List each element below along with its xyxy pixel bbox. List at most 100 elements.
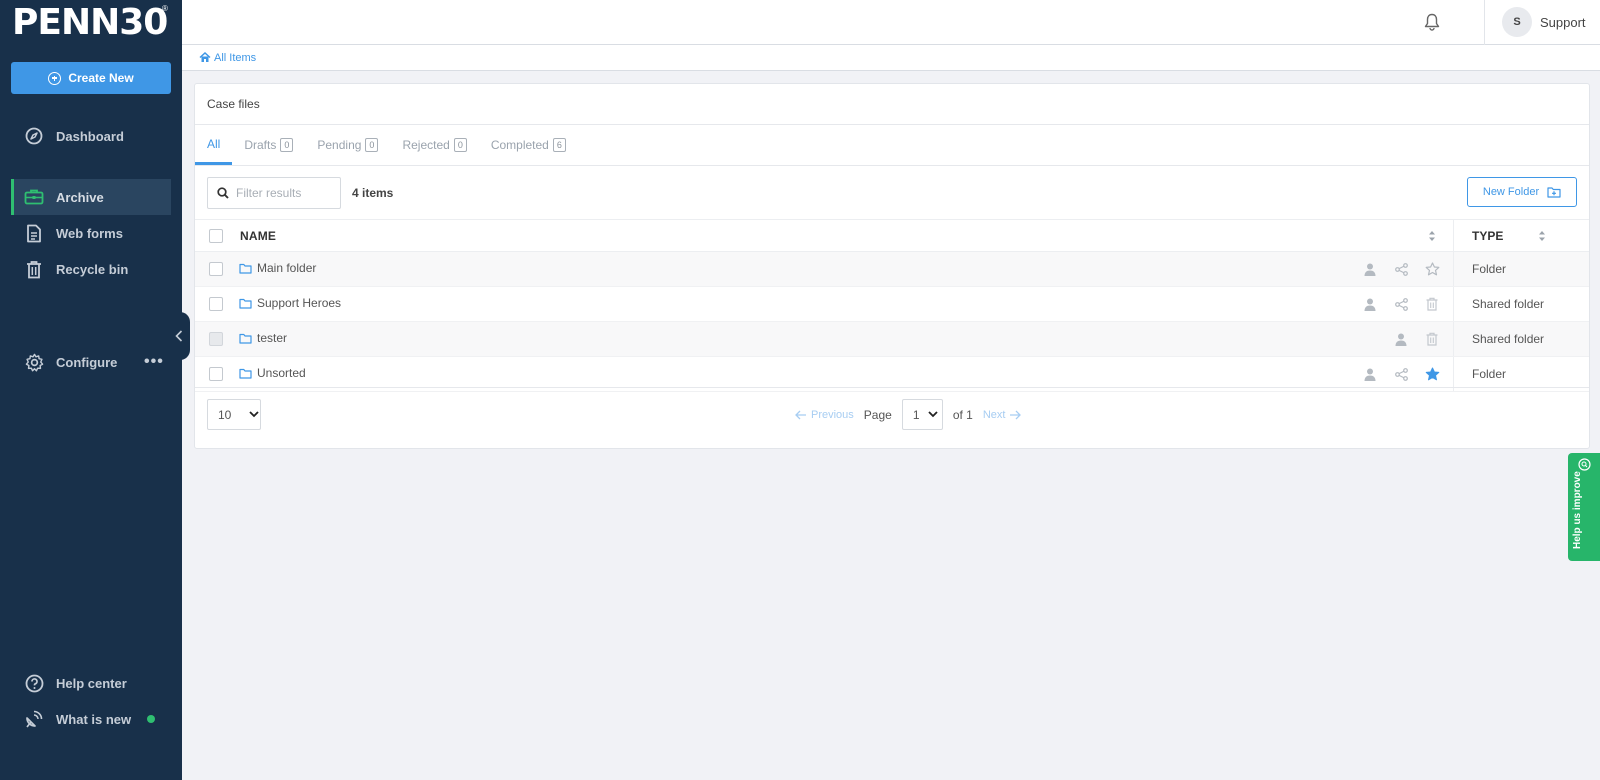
tab-count-badge: 6 bbox=[552, 138, 566, 152]
row-checkbox[interactable] bbox=[209, 297, 223, 311]
topbar-divider bbox=[1484, 0, 1485, 45]
person-icon[interactable] bbox=[1362, 296, 1378, 312]
divider bbox=[195, 387, 1589, 388]
breadcrumb[interactable]: All Items bbox=[199, 52, 256, 64]
folder-icon bbox=[239, 333, 252, 344]
sort-icon[interactable] bbox=[1538, 230, 1546, 242]
folder-icon bbox=[239, 368, 252, 379]
column-divider bbox=[1453, 220, 1454, 251]
row-checkbox-disabled bbox=[209, 332, 223, 346]
sidebar-item-recycle-bin[interactable]: Recycle bin bbox=[11, 251, 171, 287]
sidebar-item-label: Help center bbox=[56, 675, 127, 691]
column-divider bbox=[1453, 322, 1454, 356]
row-checkbox[interactable] bbox=[209, 262, 223, 276]
table-row[interactable]: tester Shared folder bbox=[195, 322, 1589, 357]
column-divider bbox=[1453, 252, 1454, 286]
logo-text: PENN30 bbox=[12, 2, 168, 43]
next-page-button[interactable]: Next bbox=[983, 409, 1022, 421]
sidebar-item-dashboard[interactable]: Dashboard bbox=[11, 118, 171, 154]
folder-type: Folder bbox=[1472, 262, 1507, 276]
sidebar-item-help-center[interactable]: Help center bbox=[11, 665, 171, 701]
new-folder-label: New Folder bbox=[1482, 186, 1540, 198]
previous-page-button[interactable]: Previous bbox=[795, 409, 854, 421]
question-icon bbox=[24, 673, 44, 693]
page-select[interactable]: 1 bbox=[901, 399, 943, 430]
user-menu[interactable]: S Support bbox=[1502, 7, 1586, 37]
card-title: Case files bbox=[207, 97, 260, 111]
document-icon bbox=[24, 223, 44, 243]
person-icon[interactable] bbox=[1362, 366, 1378, 382]
chevron-left-icon bbox=[175, 330, 183, 342]
registered-mark: ® bbox=[162, 4, 168, 13]
star-outline-icon[interactable] bbox=[1424, 261, 1440, 277]
tab-rejected[interactable]: Rejected 0 bbox=[390, 125, 478, 165]
arrow-left-icon bbox=[795, 410, 806, 419]
sidebar-item-web-forms[interactable]: Web forms bbox=[11, 215, 171, 251]
folder-icon bbox=[239, 263, 252, 274]
topbar: S Support bbox=[182, 0, 1600, 45]
plus-circle-icon bbox=[48, 71, 62, 85]
column-divider bbox=[1453, 287, 1454, 321]
tab-label: Completed bbox=[490, 138, 549, 152]
satellite-icon bbox=[24, 709, 44, 729]
sort-icon[interactable] bbox=[1428, 230, 1436, 242]
chevron-down-icon bbox=[927, 411, 938, 418]
folder-icon bbox=[239, 298, 252, 309]
page-total: of 1 bbox=[952, 407, 973, 422]
share-icon[interactable] bbox=[1393, 261, 1409, 277]
table-row[interactable]: Support Heroes Shared folder bbox=[195, 287, 1589, 322]
table-row[interactable]: Main folder Folder bbox=[195, 252, 1589, 287]
new-indicator-dot bbox=[147, 715, 156, 723]
tab-completed[interactable]: Completed 6 bbox=[479, 125, 578, 165]
bell-icon[interactable] bbox=[1424, 13, 1440, 34]
folder-name-link[interactable]: Main folder bbox=[239, 261, 316, 275]
tab-drafts[interactable]: Drafts 0 bbox=[232, 125, 305, 165]
folder-name: Unsorted bbox=[257, 366, 306, 380]
column-header-type[interactable]: TYPE bbox=[1472, 229, 1503, 243]
tab-all[interactable]: All bbox=[195, 125, 233, 165]
folder-name: Main folder bbox=[257, 261, 317, 275]
user-name: Support bbox=[1540, 14, 1586, 30]
sidebar-item-archive[interactable]: Archive bbox=[11, 179, 171, 215]
create-new-button[interactable]: Create New bbox=[11, 62, 171, 94]
folder-type: Shared folder bbox=[1472, 297, 1545, 311]
avatar: S bbox=[1502, 7, 1532, 37]
sidebar-item-what-is-new[interactable]: What is new bbox=[11, 701, 171, 737]
folder-name-link[interactable]: Unsorted bbox=[239, 366, 306, 380]
feedback-tab[interactable]: Help us improve bbox=[1568, 453, 1600, 561]
folder-name-link[interactable]: tester bbox=[239, 331, 287, 345]
person-icon[interactable] bbox=[1362, 261, 1378, 277]
per-page-select[interactable]: 10 bbox=[207, 399, 261, 430]
trash-icon bbox=[24, 259, 44, 279]
sidebar-item-label: Recycle bin bbox=[56, 261, 129, 277]
folder-plus-icon bbox=[1547, 187, 1561, 198]
column-divider bbox=[1453, 357, 1454, 391]
chevron-down-icon bbox=[249, 411, 259, 418]
next-label: Next bbox=[982, 408, 1006, 421]
folder-name-link[interactable]: Support Heroes bbox=[239, 296, 341, 310]
create-new-label: Create New bbox=[68, 71, 134, 85]
trash-icon[interactable] bbox=[1424, 331, 1440, 347]
person-icon[interactable] bbox=[1393, 331, 1409, 347]
filter-input[interactable] bbox=[236, 186, 336, 200]
pagination: Previous Page 1 of 1 Next bbox=[795, 399, 1022, 430]
gear-icon bbox=[24, 352, 44, 372]
select-all-checkbox[interactable] bbox=[209, 228, 223, 243]
penneo-logo[interactable]: PENN30 ® bbox=[12, 2, 172, 43]
star-filled-icon[interactable] bbox=[1424, 366, 1440, 382]
share-icon[interactable] bbox=[1393, 366, 1409, 382]
trash-icon[interactable] bbox=[1424, 296, 1440, 312]
folder-type: Shared folder bbox=[1472, 332, 1545, 346]
table-header: NAME TYPE bbox=[195, 219, 1589, 252]
sidebar-item-label: Configure bbox=[56, 354, 118, 370]
column-header-name[interactable]: NAME bbox=[240, 229, 276, 243]
item-count: 4 items bbox=[352, 186, 394, 200]
new-folder-button[interactable]: New Folder bbox=[1467, 177, 1577, 207]
row-checkbox[interactable] bbox=[209, 367, 223, 381]
share-icon[interactable] bbox=[1393, 296, 1409, 312]
case-files-card: Case files All Drafts 0 Pending 0 Reject… bbox=[194, 83, 1590, 449]
tab-pending[interactable]: Pending 0 bbox=[305, 125, 390, 165]
folder-name: tester bbox=[257, 331, 288, 345]
configure-more-icon[interactable]: ••• bbox=[144, 354, 164, 370]
sidebar-collapse-toggle[interactable] bbox=[168, 312, 190, 360]
